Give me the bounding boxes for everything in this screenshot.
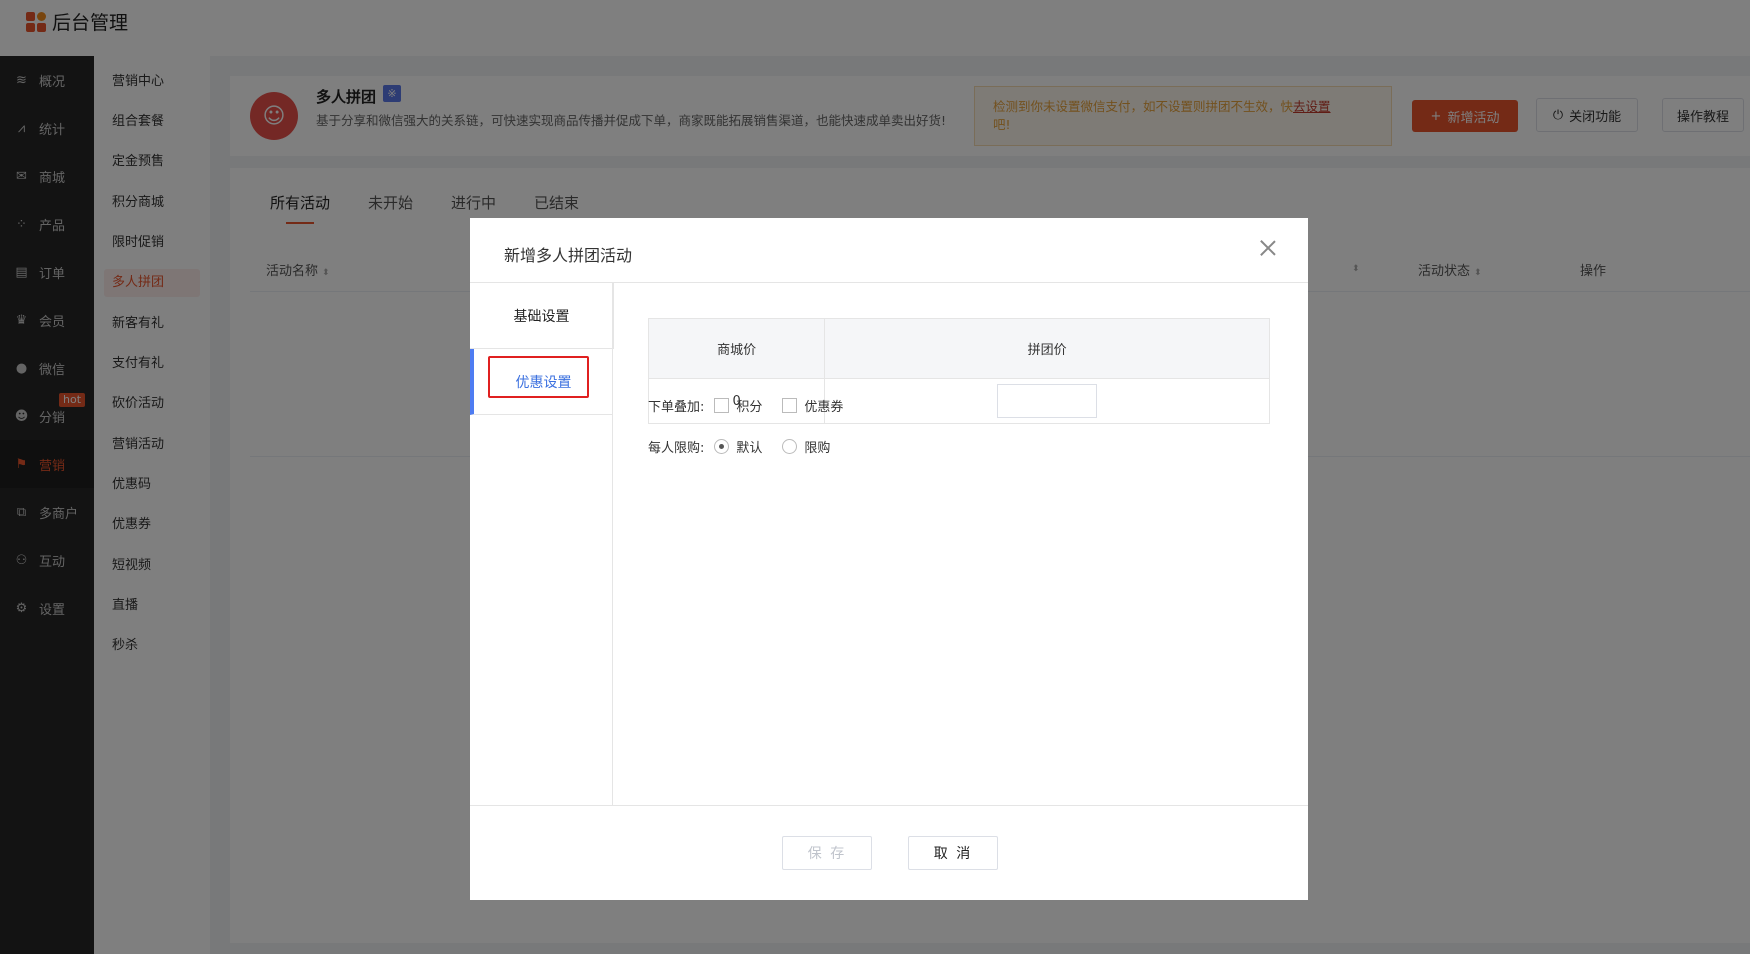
modal-side-tabs: 基础设置 优惠设置 [470,283,614,805]
modal-header: 新增多人拼团活动 [470,218,1308,283]
add-group-buy-modal: 新增多人拼团活动 基础设置 优惠设置 商城价 拼团价 0 下单叠加: 积分 优惠… [470,218,1308,900]
modal-title: 新增多人拼团活动 [504,246,633,265]
stack-coupon-checkbox[interactable]: 优惠券 [782,396,843,415]
save-button[interactable]: 保 存 [782,836,872,870]
purchase-limit-row: 每人限购: 默认 限购 [648,437,850,456]
tab-basic-settings[interactable]: 基础设置 [470,283,614,349]
group-price-cell [824,378,1270,424]
modal-footer: 保 存 取 消 [470,805,1308,900]
cancel-button[interactable]: 取 消 [908,836,998,870]
radio[interactable] [782,439,798,454]
checkbox[interactable] [782,398,798,413]
limit-default-radio[interactable]: 默认 [714,437,762,456]
stack-options-row: 下单叠加: 积分 优惠券 [648,396,863,415]
column-group-price: 拼团价 [824,318,1270,379]
checkbox[interactable] [714,398,730,413]
column-mall-price: 商城价 [647,318,826,379]
stack-label: 下单叠加: [648,400,705,415]
limit-custom-radio[interactable]: 限购 [782,437,830,456]
limit-label: 每人限购: [648,441,705,456]
stack-points-checkbox[interactable]: 积分 [714,396,762,415]
highlight-box [488,356,589,398]
close-icon[interactable] [1258,238,1278,258]
group-price-input[interactable] [997,384,1098,418]
radio-checked[interactable] [714,439,730,454]
